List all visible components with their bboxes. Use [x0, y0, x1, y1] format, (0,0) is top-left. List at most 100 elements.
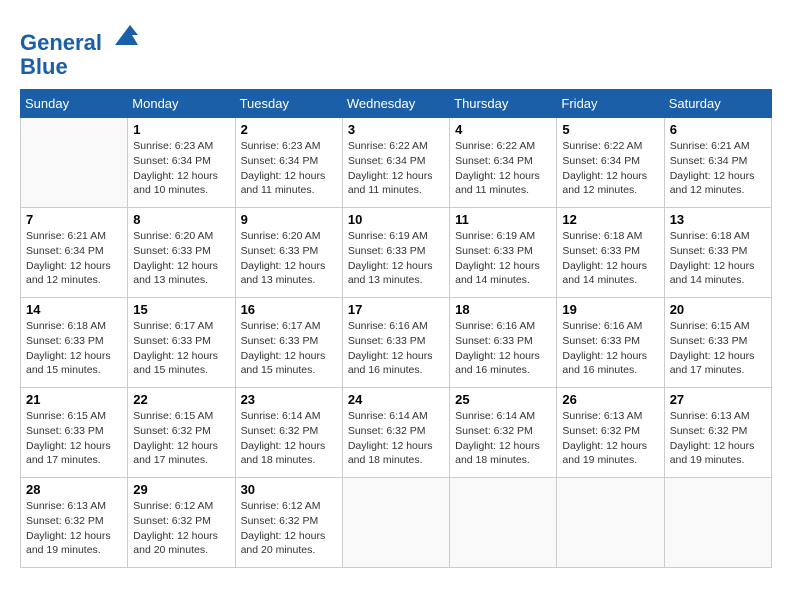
calendar-cell — [450, 478, 557, 568]
calendar-cell: 5 Sunrise: 6:22 AM Sunset: 6:34 PM Daylig… — [557, 118, 664, 208]
day-number: 19 — [562, 302, 658, 317]
calendar-cell: 10Sunrise: 6:19 AM Sunset: 6:33 PM Dayli… — [342, 208, 449, 298]
day-number: 10 — [348, 212, 444, 227]
calendar-cell: 28Sunrise: 6:13 AM Sunset: 6:32 PM Dayli… — [21, 478, 128, 568]
logo-general: General — [20, 30, 102, 55]
day-info: Sunrise: 6:19 AM Sunset: 6:33 PM Dayligh… — [455, 229, 551, 288]
calendar-cell: 30 Sunrise: 6:12 AM Sunset: 6:32 PM Dayli… — [235, 478, 342, 568]
day-header-friday: Friday — [557, 90, 664, 118]
day-number: 17 — [348, 302, 444, 317]
calendar-cell: 11 Sunrise: 6:19 AM Sunset: 6:33 PM Dayli… — [450, 208, 557, 298]
day-number: 18 — [455, 302, 551, 317]
days-header-row: SundayMondayTuesdayWednesdayThursdayFrid… — [21, 90, 772, 118]
week-row-1: 1 Sunrise: 6:23 AM Sunset: 6:34 PM Daylig… — [21, 118, 772, 208]
calendar-cell: 8 Sunrise: 6:20 AM Sunset: 6:33 PM Daylig… — [128, 208, 235, 298]
day-info: Sunrise: 6:16 AM Sunset: 6:33 PM Dayligh… — [455, 319, 551, 378]
page-header: General Blue — [20, 20, 772, 79]
day-info: Sunrise: 6:18 AM Sunset: 6:33 PM Dayligh… — [26, 319, 122, 378]
day-number: 30 — [241, 482, 337, 497]
calendar-cell — [342, 478, 449, 568]
calendar-cell: 23 Sunrise: 6:14 AM Sunset: 6:32 PM Dayli… — [235, 388, 342, 478]
calendar-cell: 16 Sunrise: 6:17 AM Sunset: 6:33 PM Dayli… — [235, 298, 342, 388]
day-number: 27 — [670, 392, 766, 407]
calendar-cell: 15Sunrise: 6:17 AM Sunset: 6:33 PM Dayli… — [128, 298, 235, 388]
calendar-cell — [557, 478, 664, 568]
day-number: 9 — [241, 212, 337, 227]
day-number: 7 — [26, 212, 122, 227]
week-row-3: 14 Sunrise: 6:18 AM Sunset: 6:33 PM Dayli… — [21, 298, 772, 388]
day-info: Sunrise: 6:14 AM Sunset: 6:32 PM Dayligh… — [455, 409, 551, 468]
day-info: Sunrise: 6:15 AM Sunset: 6:32 PM Dayligh… — [133, 409, 229, 468]
calendar-cell: 26Sunrise: 6:13 AM Sunset: 6:32 PM Dayli… — [557, 388, 664, 478]
calendar-cell: 25Sunrise: 6:14 AM Sunset: 6:32 PM Dayli… — [450, 388, 557, 478]
day-info: Sunrise: 6:15 AM Sunset: 6:33 PM Dayligh… — [26, 409, 122, 468]
day-header-sunday: Sunday — [21, 90, 128, 118]
calendar-cell: 20 Sunrise: 6:15 AM Sunset: 6:33 PM Dayli… — [664, 298, 771, 388]
day-info: Sunrise: 6:20 AM Sunset: 6:33 PM Dayligh… — [241, 229, 337, 288]
day-info: Sunrise: 6:14 AM Sunset: 6:32 PM Dayligh… — [348, 409, 444, 468]
week-row-4: 21Sunrise: 6:15 AM Sunset: 6:33 PM Dayli… — [21, 388, 772, 478]
day-info: Sunrise: 6:18 AM Sunset: 6:33 PM Dayligh… — [562, 229, 658, 288]
day-info: Sunrise: 6:12 AM Sunset: 6:32 PM Dayligh… — [241, 499, 337, 558]
day-header-monday: Monday — [128, 90, 235, 118]
day-number: 5 — [562, 122, 658, 137]
calendar-cell — [664, 478, 771, 568]
logo: General Blue — [20, 20, 140, 79]
day-header-wednesday: Wednesday — [342, 90, 449, 118]
day-header-thursday: Thursday — [450, 90, 557, 118]
day-info: Sunrise: 6:23 AM Sunset: 6:34 PM Dayligh… — [241, 139, 337, 198]
calendar-cell: 2 Sunrise: 6:23 AM Sunset: 6:34 PM Daylig… — [235, 118, 342, 208]
day-header-saturday: Saturday — [664, 90, 771, 118]
day-number: 20 — [670, 302, 766, 317]
day-number: 2 — [241, 122, 337, 137]
calendar-cell: 14 Sunrise: 6:18 AM Sunset: 6:33 PM Dayli… — [21, 298, 128, 388]
day-number: 28 — [26, 482, 122, 497]
calendar-cell: 3Sunrise: 6:22 AM Sunset: 6:34 PM Daylig… — [342, 118, 449, 208]
calendar-cell: 6 Sunrise: 6:21 AM Sunset: 6:34 PM Daylig… — [664, 118, 771, 208]
day-number: 11 — [455, 212, 551, 227]
calendar-cell: 19 Sunrise: 6:16 AM Sunset: 6:33 PM Dayli… — [557, 298, 664, 388]
day-number: 22 — [133, 392, 229, 407]
day-number: 4 — [455, 122, 551, 137]
day-info: Sunrise: 6:13 AM Sunset: 6:32 PM Dayligh… — [670, 409, 766, 468]
day-info: Sunrise: 6:17 AM Sunset: 6:33 PM Dayligh… — [241, 319, 337, 378]
day-info: Sunrise: 6:18 AM Sunset: 6:33 PM Dayligh… — [670, 229, 766, 288]
logo-blue: Blue — [20, 55, 140, 79]
day-number: 8 — [133, 212, 229, 227]
day-info: Sunrise: 6:12 AM Sunset: 6:32 PM Dayligh… — [133, 499, 229, 558]
day-number: 15 — [133, 302, 229, 317]
calendar-cell: 22 Sunrise: 6:15 AM Sunset: 6:32 PM Dayli… — [128, 388, 235, 478]
calendar-cell: 4 Sunrise: 6:22 AM Sunset: 6:34 PM Daylig… — [450, 118, 557, 208]
day-info: Sunrise: 6:22 AM Sunset: 6:34 PM Dayligh… — [562, 139, 658, 198]
calendar-cell: 24Sunrise: 6:14 AM Sunset: 6:32 PM Dayli… — [342, 388, 449, 478]
calendar-cell: 27 Sunrise: 6:13 AM Sunset: 6:32 PM Dayli… — [664, 388, 771, 478]
day-number: 13 — [670, 212, 766, 227]
day-number: 6 — [670, 122, 766, 137]
day-info: Sunrise: 6:20 AM Sunset: 6:33 PM Dayligh… — [133, 229, 229, 288]
week-row-5: 28Sunrise: 6:13 AM Sunset: 6:32 PM Dayli… — [21, 478, 772, 568]
calendar-cell: 12 Sunrise: 6:18 AM Sunset: 6:33 PM Dayli… — [557, 208, 664, 298]
calendar-table: SundayMondayTuesdayWednesdayThursdayFrid… — [20, 89, 772, 568]
calendar-cell: 29 Sunrise: 6:12 AM Sunset: 6:32 PM Dayli… — [128, 478, 235, 568]
day-number: 23 — [241, 392, 337, 407]
calendar-cell: 7 Sunrise: 6:21 AM Sunset: 6:34 PM Daylig… — [21, 208, 128, 298]
calendar-cell: 18 Sunrise: 6:16 AM Sunset: 6:33 PM Dayli… — [450, 298, 557, 388]
day-info: Sunrise: 6:16 AM Sunset: 6:33 PM Dayligh… — [562, 319, 658, 378]
day-number: 3 — [348, 122, 444, 137]
day-number: 26 — [562, 392, 658, 407]
day-number: 29 — [133, 482, 229, 497]
week-row-2: 7 Sunrise: 6:21 AM Sunset: 6:34 PM Daylig… — [21, 208, 772, 298]
calendar-cell — [21, 118, 128, 208]
day-info: Sunrise: 6:21 AM Sunset: 6:34 PM Dayligh… — [26, 229, 122, 288]
day-header-tuesday: Tuesday — [235, 90, 342, 118]
day-info: Sunrise: 6:21 AM Sunset: 6:34 PM Dayligh… — [670, 139, 766, 198]
day-info: Sunrise: 6:22 AM Sunset: 6:34 PM Dayligh… — [455, 139, 551, 198]
logo-icon — [110, 20, 140, 50]
day-number: 14 — [26, 302, 122, 317]
day-info: Sunrise: 6:16 AM Sunset: 6:33 PM Dayligh… — [348, 319, 444, 378]
day-number: 16 — [241, 302, 337, 317]
day-info: Sunrise: 6:15 AM Sunset: 6:33 PM Dayligh… — [670, 319, 766, 378]
day-number: 1 — [133, 122, 229, 137]
day-number: 12 — [562, 212, 658, 227]
day-info: Sunrise: 6:14 AM Sunset: 6:32 PM Dayligh… — [241, 409, 337, 468]
